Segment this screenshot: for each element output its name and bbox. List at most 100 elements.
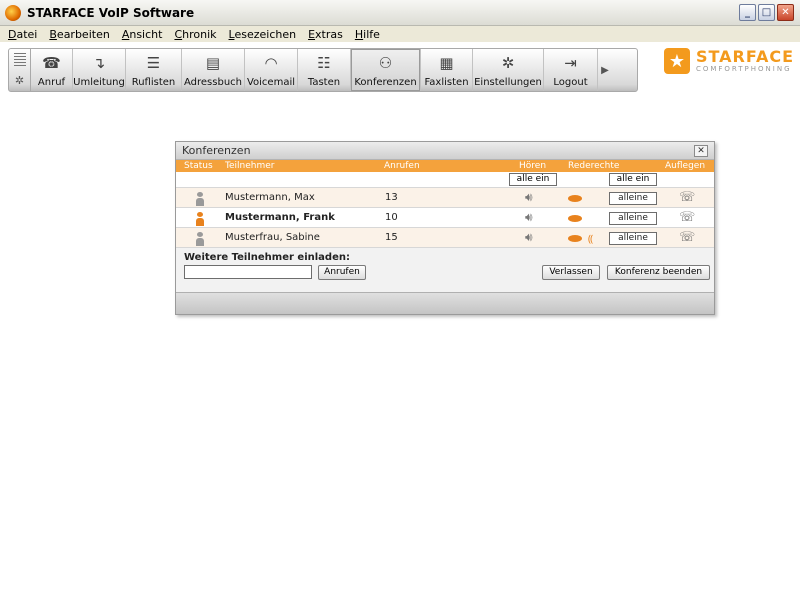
logout-icon: ⇥ [564,54,577,72]
logo-tagline: COMFORTPHONING [695,64,792,73]
user-status-icon [196,232,204,246]
participant-name: Mustermann, Frank [225,212,335,223]
minimize-button[interactable]: _ [739,4,756,21]
starface-logo: ★ STARFACE COMFORTPHONING [664,46,794,76]
participant-row: Mustermann, Frank 10 🔊︎ alleine ☏ [176,208,714,228]
toolbar-button-tasten[interactable]: ☷ Tasten [298,49,351,91]
toolbar-grip[interactable]: ✲ [9,49,31,91]
hangup-icon[interactable]: ☏ [679,230,695,245]
participant-calls: 13 [385,192,398,203]
speaker-icon[interactable]: 🔊︎ [525,210,533,225]
menu-lesezeichen[interactable]: Lesezeichen [223,28,303,41]
menu-bar: Datei Bearbeiten Ansicht Chronik Lesezei… [0,26,800,42]
fax-icon: ▦ [439,54,454,72]
speaker-icon[interactable]: 🔊︎ [525,190,533,205]
speak-alone-button[interactable]: alleine [609,232,657,245]
toolbar-label: Ruflisten [131,77,176,88]
invite-area: Weitere Teilnehmer einladen: Anrufen Ver… [176,248,714,284]
maximize-button[interactable]: □ [758,4,775,21]
menu-ansicht[interactable]: Ansicht [116,28,169,41]
column-hangup: Auflegen [665,161,706,171]
toolbar-button-einstellungen[interactable]: ✲ Einstellungen [473,49,544,91]
participant-row: Mustermann, Max 13 🔊︎ alleine ☏ [176,188,714,208]
leave-button[interactable]: Verlassen [542,265,600,280]
hangup-icon[interactable]: ☏ [679,190,695,205]
speaker-icon[interactable]: 🔊︎ [525,230,533,245]
participant-name: Musterfrau, Sabine [225,232,320,243]
voicemail-icon: ◠ [264,54,278,72]
menu-extras[interactable]: Extras [302,28,349,41]
toolbar-button-logout[interactable]: ⇥ Logout [544,49,598,91]
call-button[interactable]: Anrufen [318,265,366,280]
column-calls: Anrufen [384,161,420,171]
lips-icon[interactable] [568,215,582,222]
toolbar-label: Tasten [307,77,341,88]
toolbar-button-voicemail[interactable]: ◠ Voicemail [245,49,298,91]
keys-icon: ☷ [317,54,331,72]
grip-lines-icon [13,53,26,67]
menu-chronik[interactable]: Chronik [168,28,222,41]
lips-icon[interactable] [568,235,582,242]
speak-alone-button[interactable]: alleine [609,212,657,225]
end-conference-button[interactable]: Konferenz beenden [607,265,710,280]
phone-icon: ☎ [42,54,61,72]
close-window-button[interactable]: ✕ [777,4,794,21]
toolbar-label: Einstellungen [474,77,542,88]
dialog-close-button[interactable]: ✕ [694,144,708,157]
participant-calls: 10 [385,212,398,223]
toolbar-label: Faxlisten [424,77,469,88]
toolbar-button-faxlisten[interactable]: ▦ Faxlisten [421,49,473,91]
small-gear-icon[interactable]: ✲ [15,74,24,87]
list-icon: ☰ [146,54,161,72]
speak-alone-button[interactable]: alleine [609,192,657,205]
toolbar-label: Logout [553,77,588,88]
star-logo-icon: ★ [664,48,690,74]
toolbar-label: Anruf [37,77,66,88]
participant-calls: 15 [385,232,398,243]
column-hear: Hören [519,161,547,171]
menu-hilfe[interactable]: Hilfe [349,28,386,41]
toolbar-button-ruflisten[interactable]: ☰ Ruflisten [126,49,182,91]
toolbar-button-umleitung[interactable]: ↴ Umleitung [73,49,126,91]
toolbar-scroll-right-button[interactable]: ▶ [598,49,612,91]
toolbar-label: Konferenzen [354,77,417,88]
dialog-footer [176,292,714,314]
redirect-icon: ↴ [92,54,106,72]
main-toolbar: ✲ ☎ Anruf ↴ Umleitung ☰ Ruflisten ▤ Adressbuch ◠… [8,48,638,92]
column-participant: Teilnehmer [225,161,275,171]
gear-icon: ✲ [501,54,515,72]
window-controls: _ □ ✕ [739,4,794,21]
lips-icon[interactable] [568,195,582,202]
logo-name: STARFACE [695,46,794,66]
speaking-indicator-icon: ⸨ [588,234,594,245]
conference-dialog: Konferenzen ✕ Status Teilnehmer Anrufen … [175,141,715,315]
menu-bearbeiten[interactable]: Bearbeiten [43,28,115,41]
participant-name: Mustermann, Max [225,192,315,203]
user-status-icon [196,192,204,206]
window-titlebar: STARFACE VoIP Software _ □ ✕ [0,0,800,26]
invite-label: Weitere Teilnehmer einladen: [184,252,350,263]
close-icon: ✕ [697,145,705,156]
hangup-icon[interactable]: ☏ [679,210,695,225]
column-status: Status [184,161,213,171]
toolbar-button-anruf[interactable]: ☎ Anruf [31,49,73,91]
participant-row: Musterfrau, Sabine 15 🔊︎ ⸨ alleine ☏ [176,228,714,248]
speak-all-on-button[interactable]: alle ein [609,173,657,186]
hear-all-on-button[interactable]: alle ein [509,173,557,186]
toolbar-label: Voicemail [246,77,296,88]
toolbar-button-konferenzen[interactable]: ⚇ Konferenzen [351,49,421,91]
user-status-icon [196,212,204,226]
column-speak: Rederechte [568,161,620,171]
firefox-icon [5,4,21,21]
toolbar-button-adressbuch[interactable]: ▤ Adressbuch [182,49,245,91]
menu-datei[interactable]: Datei [2,28,43,41]
column-header-row: Status Teilnehmer Anrufen Hören Rederech… [176,160,714,172]
window-title: STARFACE VoIP Software [27,5,195,20]
invite-input[interactable] [184,265,312,279]
toolbar-label: Adressbuch [184,77,242,88]
dialog-header: Konferenzen ✕ [176,142,714,160]
addressbook-icon: ▤ [205,54,221,72]
toolbar-label: Umleitung [73,77,125,88]
all-on-row: alle ein alle ein [176,172,714,188]
conference-icon: ⚇ [378,54,393,72]
